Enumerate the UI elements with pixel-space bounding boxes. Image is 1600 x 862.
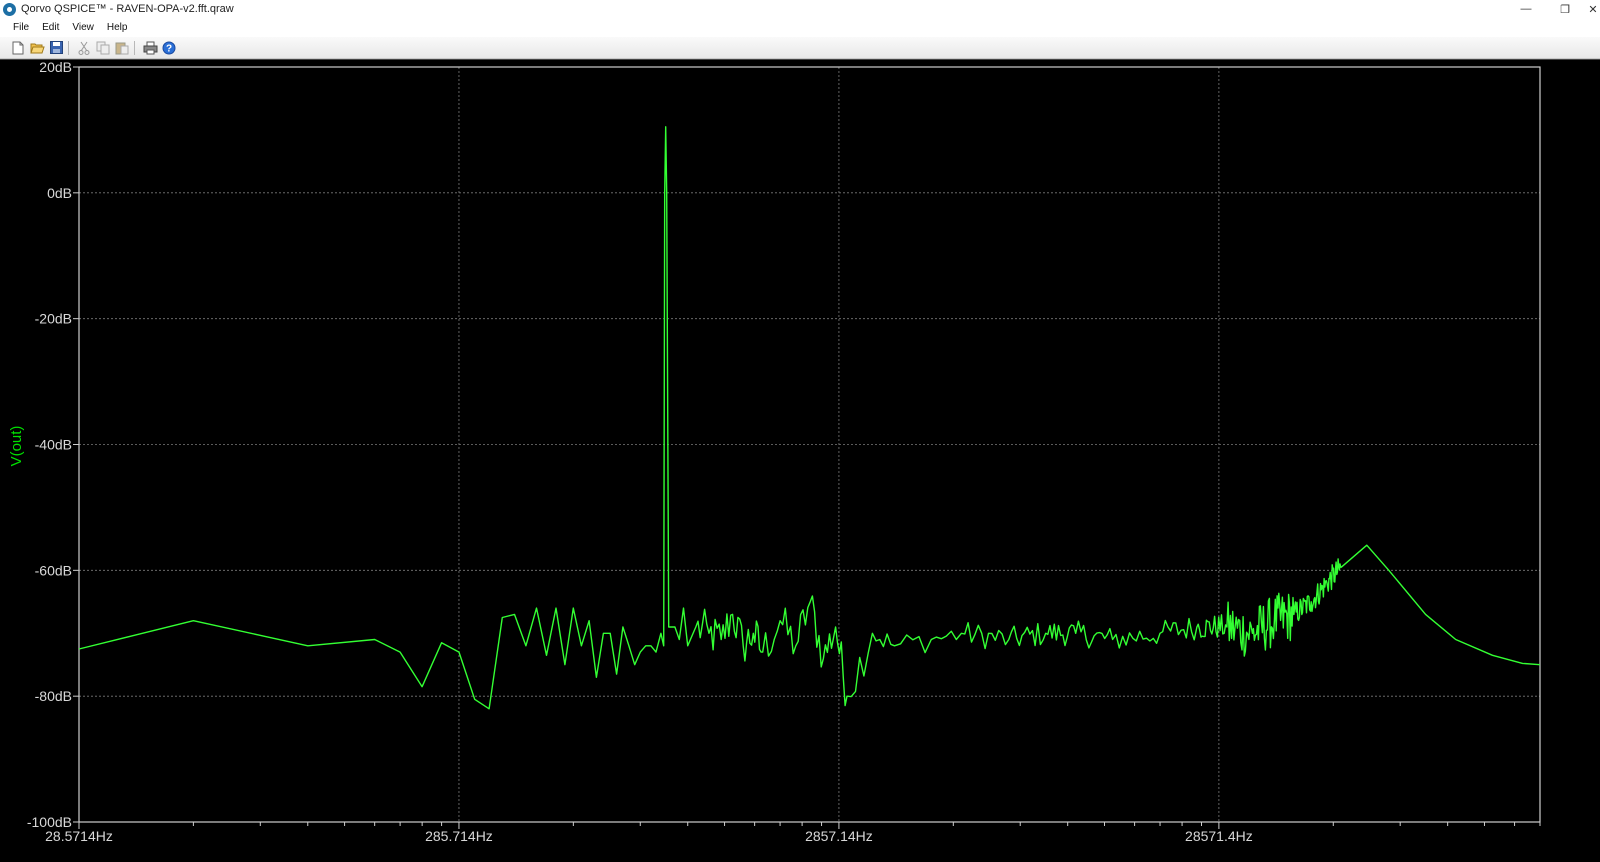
- plot-ticks: [73, 66, 1541, 829]
- y-tick-label: -80dB: [35, 688, 72, 704]
- x-tick-label: 28.5714Hz: [45, 828, 113, 844]
- close-button[interactable]: ✕: [1586, 0, 1600, 18]
- menu-view[interactable]: View: [72, 22, 94, 33]
- fft-plot[interactable]: 20dB0dB-20dB-40dB-60dB-80dB-100dB28.5714…: [0, 60, 1600, 862]
- minimize-button[interactable]: —: [1508, 0, 1544, 18]
- help-icon[interactable]: ?: [161, 40, 177, 56]
- window-title: Qorvo QSPICE™ - RAVEN-OPA-v2.fft.qraw: [21, 3, 234, 15]
- new-file-icon[interactable]: [10, 40, 26, 56]
- plot-grid: [79, 67, 1540, 822]
- x-tick-label: 28571.4Hz: [1185, 828, 1253, 844]
- copy-icon[interactable]: [95, 40, 111, 56]
- y-tick-label: -60dB: [35, 562, 72, 578]
- save-icon[interactable]: [48, 40, 64, 56]
- paste-icon[interactable]: [114, 40, 130, 56]
- y-tick-label: 0dB: [47, 185, 72, 201]
- menu-help[interactable]: Help: [107, 22, 128, 33]
- cut-icon[interactable]: [76, 40, 92, 56]
- toolbar-separator: [68, 40, 69, 55]
- y-axis-label[interactable]: V(out): [8, 426, 25, 467]
- x-tick-label: 2857.14Hz: [805, 828, 873, 844]
- trace-v-out[interactable]: [78, 126, 1541, 710]
- menu-file[interactable]: File: [13, 22, 29, 33]
- toolbar-separator: [134, 40, 135, 55]
- y-tick-label: -40dB: [35, 437, 72, 453]
- svg-text:?: ?: [166, 43, 172, 54]
- axis-labels: 20dB0dB-20dB-40dB-60dB-80dB-100dB28.5714…: [27, 60, 1253, 844]
- menu-bar: File Edit View Help: [0, 18, 1600, 37]
- qspice-logo-icon: [3, 2, 16, 16]
- title-bar: Qorvo QSPICE™ - RAVEN-OPA-v2.fft.qraw — …: [0, 0, 1600, 18]
- y-tick-label: 20dB: [39, 60, 72, 75]
- open-folder-icon[interactable]: [29, 40, 45, 56]
- menu-edit[interactable]: Edit: [42, 22, 59, 33]
- restore-button[interactable]: ❐: [1547, 0, 1583, 18]
- print-icon[interactable]: [142, 40, 158, 56]
- x-tick-label: 285.714Hz: [425, 828, 493, 844]
- waveform-plot-pane[interactable]: 20dB 0dB -20dB -40dB -60dB -80dB -100dB 28.5714…: [0, 59, 1600, 862]
- toolbar: ?: [0, 37, 1600, 59]
- y-tick-label: -20dB: [35, 311, 72, 327]
